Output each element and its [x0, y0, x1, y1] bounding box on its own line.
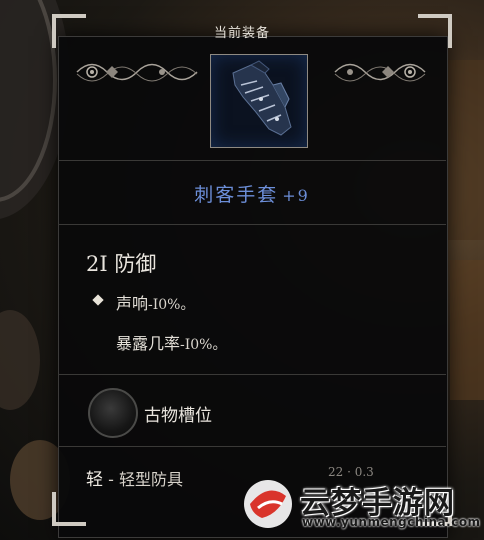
item-name-text: 刺客手套: [194, 184, 279, 206]
defense-stat: 2I 防御: [86, 248, 156, 278]
effect-line: 暴露几率-I0%。: [116, 330, 227, 354]
divider: [58, 160, 446, 161]
armor-category: 轻 - 轻型防具: [86, 465, 183, 490]
category-label: 轻型防具: [118, 470, 183, 489]
relic-slot[interactable]: [88, 388, 138, 438]
effect-label: 声响: [116, 294, 149, 313]
weight-class: 轻: [86, 470, 103, 490]
ornament-left-icon: [76, 63, 198, 82]
item-icon-frame[interactable]: [210, 54, 308, 148]
defense-label: 防御: [114, 252, 157, 276]
panel-title: 当前装备: [213, 26, 270, 41]
divider: [58, 446, 446, 447]
divider: [58, 224, 446, 225]
frame-corner-bottom-left: [52, 492, 86, 526]
defense-value: 2I: [86, 252, 108, 276]
effect-value: -I0%。: [180, 337, 227, 353]
watermark-url: www.yunmengchina.com: [302, 515, 481, 529]
item-upgrade-level: +9: [282, 186, 310, 205]
divider: [58, 374, 446, 375]
effect-label: 暴露几率: [116, 334, 181, 353]
effect-line: 声响-I0%。: [116, 290, 195, 314]
ornament-right-icon: [334, 63, 426, 82]
gauntlet-icon: [232, 60, 292, 136]
relic-slot-label: 古物槽位: [144, 406, 212, 426]
category-separator: -: [103, 470, 119, 489]
item-name: 刺客手套 +9: [58, 180, 446, 207]
effect-value: -I0%。: [148, 297, 195, 313]
